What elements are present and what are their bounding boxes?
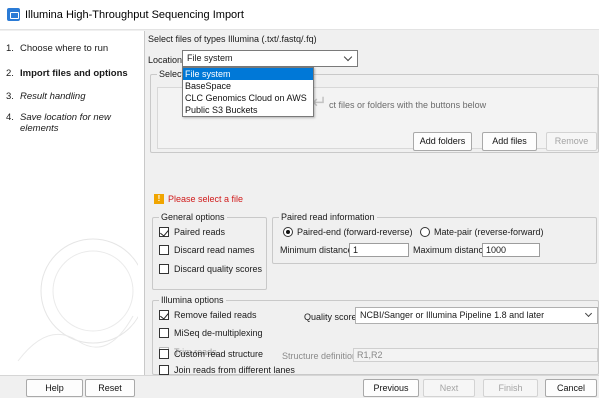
max-distance-input[interactable]: 1000 — [482, 243, 540, 257]
general-options-legend: General options — [159, 212, 227, 222]
dropdown-option-basespace[interactable]: BaseSpace — [183, 80, 313, 92]
paired-reads-label: Paired reads — [174, 227, 226, 237]
location-label: Location — [148, 55, 183, 65]
mate-pair-radio[interactable]: Mate-pair (reverse-forward) — [420, 227, 544, 237]
remove-failed-reads-label: Remove failed reads — [174, 310, 257, 320]
drop-files-icon: ↵ — [312, 92, 328, 112]
paired-read-info-legend: Paired read information — [279, 212, 377, 222]
checkbox-checked-icon — [159, 227, 169, 237]
illumina-options-legend: Illumina options — [159, 295, 226, 305]
checkbox-icon — [159, 245, 169, 255]
finish-button[interactable]: Finish — [483, 379, 538, 397]
warning-icon: ! — [154, 194, 164, 204]
structure-definition-input[interactable]: R1,R2 — [353, 348, 598, 362]
chevron-down-icon — [584, 309, 593, 318]
add-folders-button[interactable]: Add folders — [413, 132, 472, 151]
window-title: Illumina High-Throughput Sequencing Impo… — [25, 8, 244, 21]
next-button[interactable]: Next — [423, 379, 475, 397]
wizard-steps-pane: 1. Choose where to run 2. Import files a… — [0, 31, 145, 375]
dropdown-option-clc-cloud[interactable]: CLC Genomics Cloud on AWS — [183, 92, 313, 104]
checkbox-icon — [159, 365, 169, 375]
quality-scores-select[interactable]: NCBI/Sanger or Illumina Pipeline 1.8 and… — [355, 307, 598, 324]
custom-read-structure-label: Custom read structure — [174, 349, 264, 359]
join-lanes-checkbox[interactable]: Join reads from different lanes — [159, 365, 295, 375]
custom-read-structure-checkbox[interactable]: Custom read structure — [159, 349, 263, 359]
files-prompt: Select files of types Illumina (.txt/.fa… — [148, 34, 317, 44]
cancel-button[interactable]: Cancel — [545, 379, 597, 397]
join-lanes-label: Join reads from different lanes — [174, 365, 295, 375]
location-select-value: File system — [187, 53, 233, 63]
discard-read-names-checkbox[interactable]: Discard read names — [159, 245, 255, 255]
checkbox-icon — [159, 264, 169, 274]
chevron-down-icon — [343, 52, 353, 62]
location-select[interactable]: File system — [182, 50, 358, 67]
reset-button[interactable]: Reset — [85, 379, 135, 397]
discard-quality-scores-checkbox[interactable]: Discard quality scores — [159, 264, 262, 274]
help-button[interactable]: Help — [26, 379, 83, 397]
quality-scores-label: Quality scores — [304, 312, 362, 322]
step-number: 1. — [6, 43, 14, 54]
location-dropdown-menu: File system BaseSpace CLC Genomics Cloud… — [182, 67, 314, 117]
watermark-decoration — [17, 238, 138, 362]
warning-message: ! Please select a file — [154, 194, 243, 204]
remove-failed-reads-checkbox[interactable]: Remove failed reads — [159, 310, 257, 320]
miseq-demultiplexing-checkbox[interactable]: MiSeq de-multiplexing — [159, 328, 263, 338]
paired-reads-checkbox[interactable]: Paired reads — [159, 227, 225, 237]
radio-icon — [420, 227, 430, 237]
checkbox-icon — [159, 349, 169, 359]
step-number: 4. — [6, 112, 14, 123]
paired-end-label: Paired-end (forward-reverse) — [297, 227, 413, 237]
min-distance-input[interactable]: 1 — [349, 243, 409, 257]
checkbox-checked-icon — [159, 310, 169, 320]
step-label: Result handling — [20, 91, 86, 102]
step-label: Save location for new elements — [20, 112, 111, 134]
dropdown-option-s3-buckets[interactable]: Public S3 Buckets — [183, 104, 313, 116]
radio-selected-icon — [283, 227, 293, 237]
previous-button[interactable]: Previous — [363, 379, 419, 397]
miseq-demultiplexing-label: MiSeq de-multiplexing — [174, 328, 263, 338]
checkbox-icon — [159, 328, 169, 338]
app-icon — [7, 8, 20, 21]
discard-read-names-label: Discard read names — [174, 245, 255, 255]
dropdown-option-file-system[interactable]: File system — [183, 68, 313, 80]
step-label: Import files and options — [20, 68, 128, 79]
drop-hint: ct files or folders with the buttons bel… — [329, 100, 487, 110]
mate-pair-label: Mate-pair (reverse-forward) — [434, 227, 544, 237]
step-label: Choose where to run — [20, 43, 109, 54]
paired-read-info-group: Paired read information — [272, 212, 597, 264]
max-distance-label: Maximum distance — [413, 245, 489, 255]
remove-button[interactable]: Remove — [546, 132, 597, 151]
min-distance-label: Minimum distance — [280, 245, 353, 255]
structure-definition-label: Structure definition — [282, 351, 358, 361]
discard-quality-scores-label: Discard quality scores — [174, 264, 263, 274]
step-number: 2. — [6, 68, 14, 79]
warning-text: Please select a file — [168, 194, 244, 204]
quality-scores-value: NCBI/Sanger or Illumina Pipeline 1.8 and… — [360, 310, 545, 320]
paired-end-radio[interactable]: Paired-end (forward-reverse) — [283, 227, 413, 237]
add-files-button[interactable]: Add files — [482, 132, 537, 151]
step-number: 3. — [6, 91, 14, 102]
window-titlebar: Illumina High-Throughput Sequencing Impo… — [0, 0, 599, 30]
dialog-footer: Help Reset Previous Next Finish Cancel — [0, 375, 599, 398]
